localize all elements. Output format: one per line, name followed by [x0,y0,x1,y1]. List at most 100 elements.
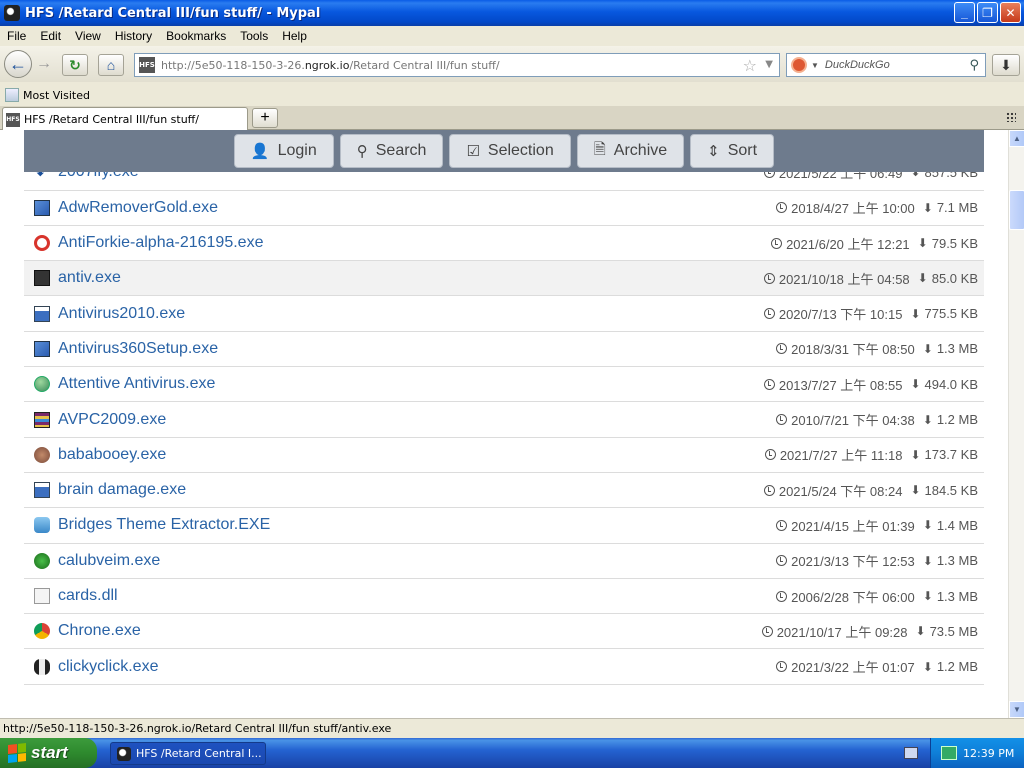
file-row[interactable]: Bridges Theme Extractor.EXE 2021/4/15 上午 … [24,508,984,544]
windows-flag-icon [8,743,26,763]
file-meta: 2021/7/27 上午 11:18 ⬇ 173.7 KB [764,438,979,472]
close-button[interactable]: ✕ [1000,2,1021,23]
file-date: 2021/4/15 上午 01:39 [791,518,915,534]
tab-hfs[interactable]: HFS HFS /Retard Central III/fun stuff/ [2,107,248,131]
file-row[interactable]: AntiForkie-alpha-216195.exe 2021/6/20 上午 … [24,226,984,262]
navigation-bar: ← → ↻ ⌂ HFS http://5e50-118-150-3-26.ngr… [0,46,1024,82]
forward-arrow-icon: → [36,55,52,72]
search-icon[interactable]: ⚲ [969,57,979,73]
search-input[interactable]: DuckDuckGo [825,59,890,71]
keyboard-icon[interactable] [904,747,918,759]
tab-list-grip-icon[interactable] [1006,112,1016,122]
download-icon: ⬇ [922,589,933,603]
url-text[interactable]: http://5e50-118-150-3-26.ngrok.io/Retard… [161,59,500,72]
window-app-icon [34,482,50,499]
file-row[interactable]: antiv.exe 2021/10/18 上午 04:58 ⬇ 85.0 KB [24,261,984,297]
tab-favicon-icon: HFS [6,112,20,127]
clock-icon [763,378,775,390]
file-link[interactable]: AdwRemoverGold.exe [58,199,218,217]
file-size: 494.0 KB [924,376,979,392]
bookmark-star-icon[interactable]: ☆ [743,56,757,75]
reload-button[interactable]: ↻ [62,54,88,76]
file-link[interactable]: calubveim.exe [58,552,160,570]
search-bar[interactable]: ▼ DuckDuckGo ⚲ [786,53,986,77]
file-size: 775.5 KB [924,306,979,322]
menu-view[interactable]: View [68,29,108,43]
home-icon: ⌂ [106,57,116,73]
file-row[interactable]: clickyclick.exe 2021/3/22 上午 01:07 ⬇ 1.2 MB [24,649,984,685]
minimize-button[interactable]: _ [954,2,975,23]
menu-history[interactable]: History [108,29,159,43]
file-row[interactable]: Attentive Antivirus.exe 2013/7/27 上午 08:5… [24,367,984,403]
vertical-scrollbar[interactable]: ▲ ▼ [1008,130,1024,718]
menu-edit[interactable]: Edit [33,29,68,43]
url-dropdown-icon[interactable]: ▼ [765,59,773,70]
checkbox-icon: ☑ [466,143,480,160]
file-row[interactable]: calubveim.exe 2021/3/13 下午 12:53 ⬇ 1.3 MB [24,544,984,579]
file-link[interactable]: clickyclick.exe [58,658,158,676]
clock-icon [763,272,775,284]
url-bar[interactable]: HFS http://5e50-118-150-3-26.ngrok.io/Re… [134,53,780,77]
hfs-toolbar: 👤 Login ⚲ Search ☑ Selection 🗎 Archive ⇕… [24,130,984,172]
taskbar-item-label: HFS /Retard Central I... [136,747,262,760]
file-row[interactable]: Antivirus360Setup.exe 2018/3/31 下午 08:50 ⬇… [24,332,984,368]
tray-app-icon[interactable] [941,746,957,760]
duckduckgo-icon[interactable] [791,57,807,73]
start-button[interactable]: start [0,738,97,768]
scroll-thumb[interactable] [1009,190,1024,230]
download-icon: ⬇ [922,518,933,533]
download-icon: ⬇ [910,447,921,462]
file-link[interactable]: AVPC2009.exe [58,411,166,429]
file-row[interactable]: AdwRemoverGold.exe 2018/4/27 上午 10:00 ⬇ 7.1… [24,191,984,226]
window-app-icon [34,305,50,322]
menu-help[interactable]: Help [275,29,314,43]
home-button[interactable]: ⌂ [98,54,124,76]
file-link[interactable]: Antivirus360Setup.exe [58,340,218,358]
file-link[interactable]: Antivirus2010.exe [58,305,185,323]
file-size: 173.7 KB [924,447,979,463]
back-button[interactable]: ← [4,50,32,78]
file-link[interactable]: Chrone.exe [58,622,141,640]
chrome-icon [34,623,50,640]
taskbar-item-browser[interactable]: HFS /Retard Central I... [110,742,266,765]
title-bar[interactable]: HFS /Retard Central III/fun stuff/ - Myp… [0,0,1024,26]
downloads-button[interactable]: ⬇ [992,54,1020,76]
menu-bookmarks[interactable]: Bookmarks [159,29,233,43]
file-link[interactable]: bababooey.exe [58,446,166,464]
file-row[interactable]: cards.dll 2006/2/28 下午 06:00 ⬇ 1.3 MB [24,579,984,615]
file-row[interactable]: brain damage.exe 2021/5/24 下午 08:24 ⬇ 184.5… [24,473,984,509]
clock-icon [776,343,788,355]
download-arrow-icon: ⬇ [1000,56,1012,73]
forward-button[interactable]: → [34,55,54,72]
selection-button[interactable]: ☑ Selection [449,134,571,168]
file-date: 2021/5/24 下午 08:24 [778,483,903,499]
archive-button[interactable]: 🗎 Archive [576,134,685,168]
file-size: 1.3 MB [936,341,978,357]
scroll-up-arrow-icon[interactable]: ▲ [1009,130,1024,147]
file-link[interactable]: AntiForkie-alpha-216195.exe [58,234,263,252]
file-link[interactable]: Bridges Theme Extractor.EXE [58,516,270,534]
file-date: 2021/10/17 上午 09:28 [776,624,908,640]
file-row[interactable]: Chrone.exe 2021/10/17 上午 09:28 ⬇ 73.5 MB [24,614,984,650]
clock[interactable]: 12:39 PM [963,747,1014,760]
file-link[interactable]: Attentive Antivirus.exe [58,375,215,393]
file-row[interactable]: AVPC2009.exe 2010/7/21 下午 04:38 ⬇ 1.2 MB [24,402,984,438]
search-button[interactable]: ⚲ Search [339,134,444,168]
penguin-icon [34,658,50,675]
sort-button[interactable]: ⇕ Sort [690,134,775,168]
download-icon: ⬇ [922,659,933,674]
menu-file[interactable]: File [0,29,33,43]
search-engine-dropdown-icon[interactable]: ▼ [811,61,819,70]
file-link[interactable]: antiv.exe [58,269,121,287]
file-row[interactable]: Antivirus2010.exe 2020/7/13 下午 10:15 ⬇ 775.… [24,296,984,332]
file-meta: 2021/6/20 上午 12:21 ⬇ 79.5 KB [771,226,978,260]
file-link[interactable]: cards.dll [58,587,118,605]
bookmark-most-visited[interactable]: Most Visited [23,89,90,102]
file-link[interactable]: brain damage.exe [58,481,186,499]
login-button[interactable]: 👤 Login [233,134,334,168]
menu-tools[interactable]: Tools [233,29,275,43]
new-tab-button[interactable]: + [252,108,278,128]
scroll-down-arrow-icon[interactable]: ▼ [1009,701,1024,718]
restore-button[interactable]: ❐ [977,2,998,23]
file-row[interactable]: bababooey.exe 2021/7/27 上午 11:18 ⬇ 173.7 KB [24,438,984,473]
